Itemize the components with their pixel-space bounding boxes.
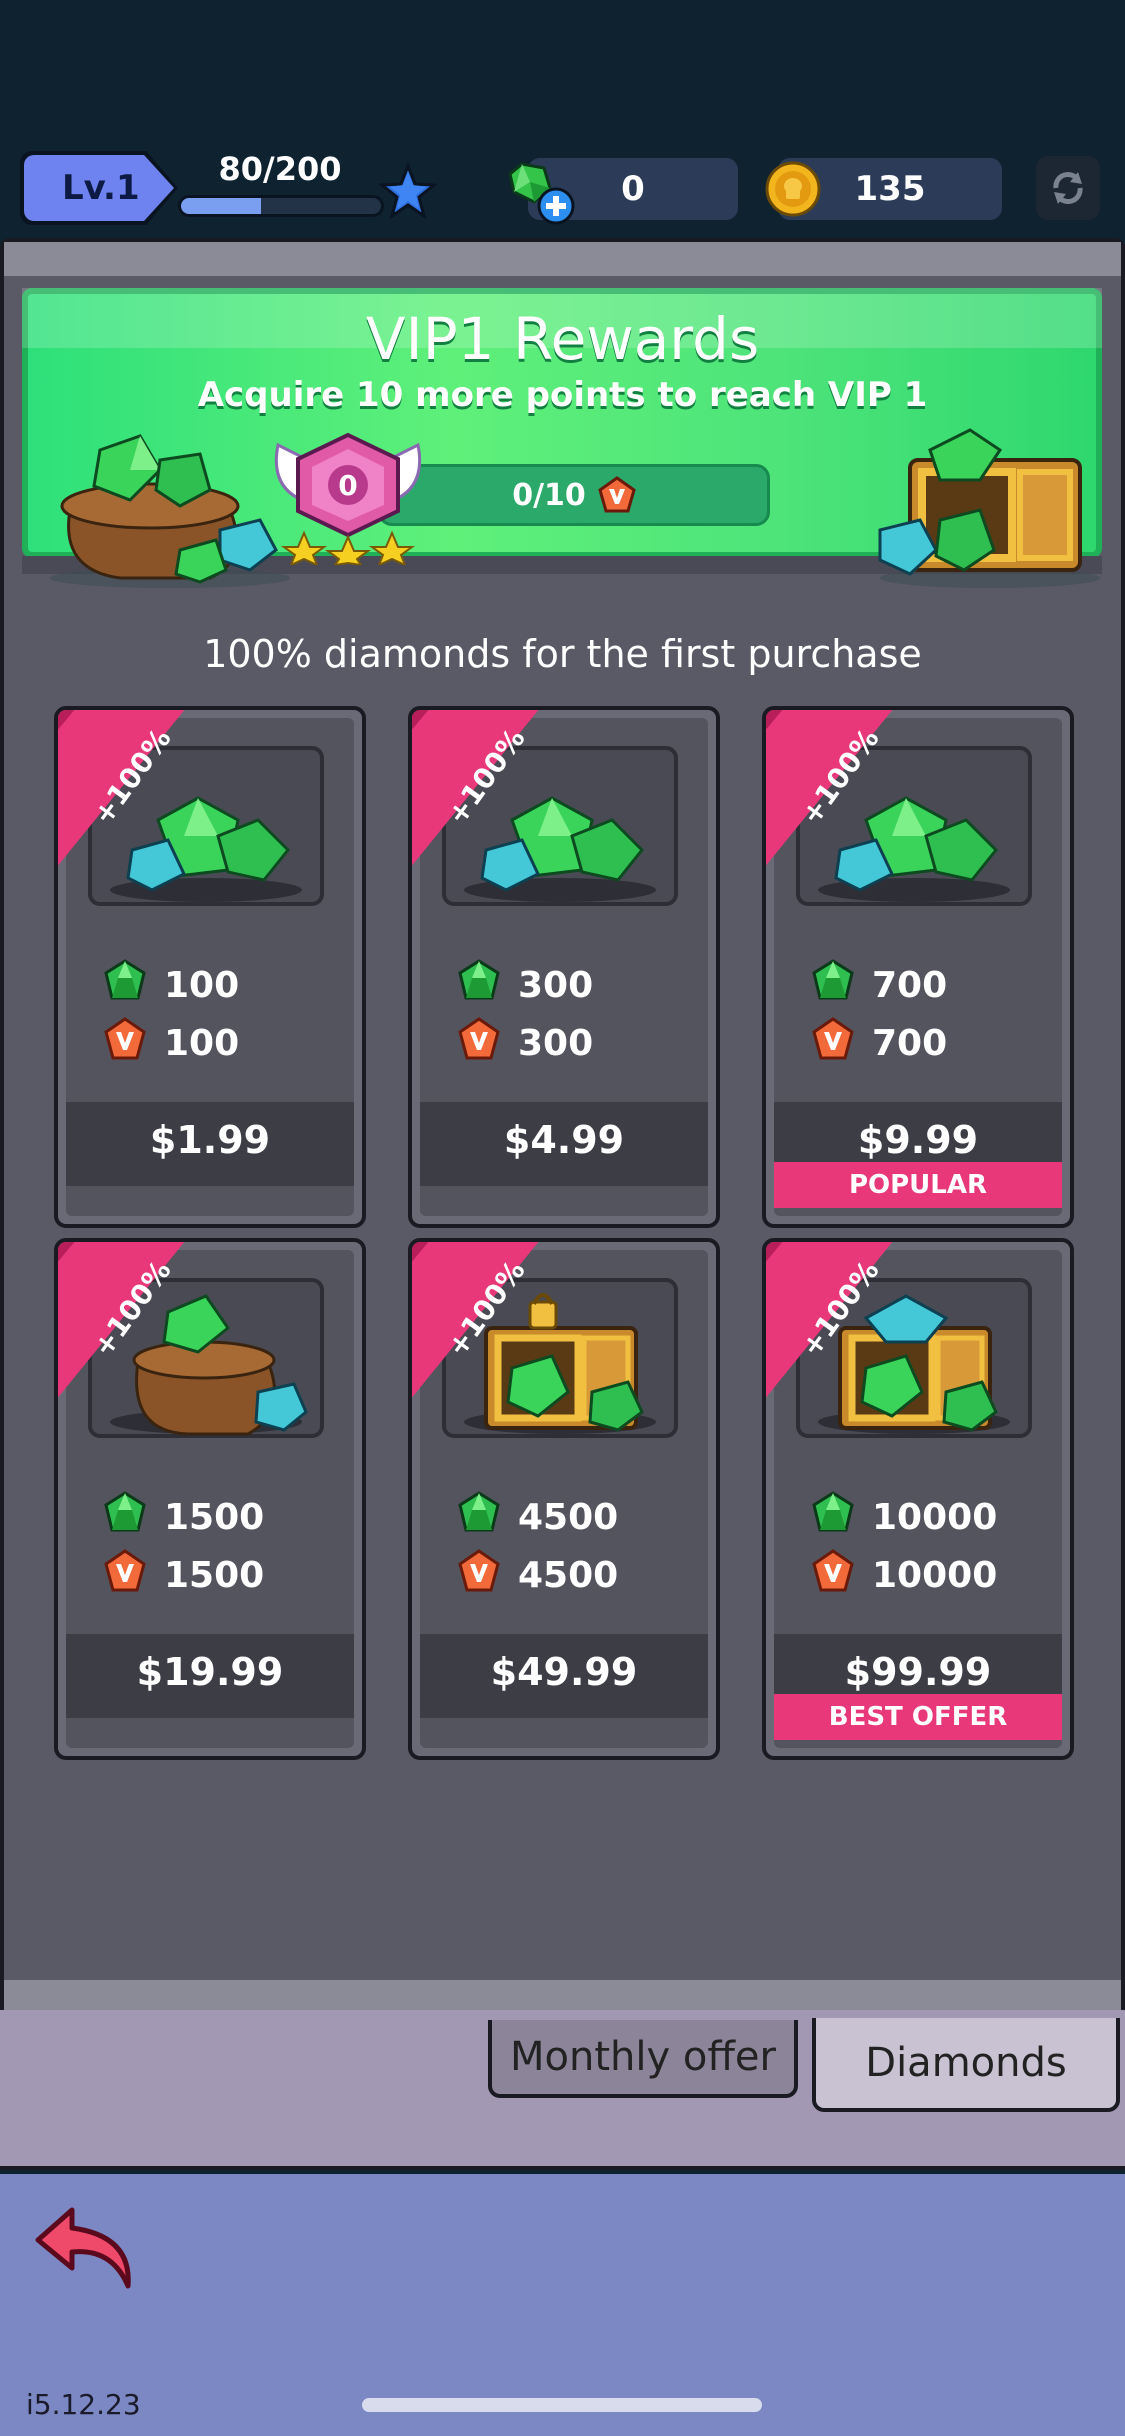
tab-diamonds-label: Diamonds	[865, 2040, 1067, 2086]
vip-title: VIP1 Rewards	[365, 305, 760, 373]
level-label: Lv.1	[62, 168, 140, 208]
price-label: $4.99	[503, 1118, 625, 1162]
coin-icon	[765, 161, 821, 217]
gem-amount-row: 4500	[456, 1490, 618, 1545]
gem-plus-icon[interactable]	[500, 158, 580, 238]
gem-amount: 4500	[518, 1497, 619, 1538]
offer-tag: POPULAR	[774, 1162, 1062, 1208]
gem-amount: 10000	[872, 1497, 998, 1538]
gem-icon	[810, 958, 856, 1013]
gem-amount: 300	[518, 965, 594, 1006]
gem-amount-row: 100	[102, 958, 239, 1013]
gem-amount: 100	[164, 965, 240, 1006]
gem-amount-row: 1500	[102, 1490, 264, 1545]
vip-point-icon	[456, 1548, 502, 1603]
level-badge[interactable]: Lv.1	[24, 155, 174, 221]
gem-icon	[456, 1490, 502, 1545]
xp-progress-fill	[181, 198, 261, 214]
vip-point-icon	[102, 1016, 148, 1071]
treasure-chest-icon	[878, 428, 1100, 588]
vip-emblem-label: 0	[338, 469, 357, 502]
vip-points-row: 700	[810, 1016, 947, 1071]
vip-points-row: 10000	[810, 1548, 997, 1603]
bottom-bar	[0, 2174, 1125, 2436]
vip-points-row: 1500	[102, 1548, 264, 1603]
vip-points-amount: 300	[518, 1023, 594, 1064]
vip-point-icon	[810, 1548, 856, 1603]
xp-text: 80/200	[218, 150, 342, 188]
vip-subtitle: Acquire 10 more points to reach VIP 1	[197, 375, 928, 415]
diamond-pack-card[interactable]: +100% 100 100 $1.99	[54, 706, 366, 1228]
home-indicator[interactable]	[362, 2398, 762, 2412]
sync-icon	[1053, 172, 1083, 204]
tab-monthly-label: Monthly offer	[510, 2034, 776, 2080]
vip-points-row: 100	[102, 1016, 239, 1071]
back-arrow-icon[interactable]	[32, 2196, 142, 2296]
gem-amount-row: 700	[810, 958, 947, 1013]
version-label: i5.12.23	[26, 2388, 141, 2421]
gem-icon	[456, 958, 502, 1013]
gem-amount: 1500	[164, 1497, 265, 1538]
price-label: $9.99	[857, 1118, 979, 1162]
first-purchase-promo: 100% diamonds for the first purchase	[203, 632, 922, 676]
vip-points-amount: 4500	[518, 1555, 619, 1596]
vip-points-amount: 10000	[872, 1555, 998, 1596]
vip-point-icon	[598, 476, 636, 513]
diamond-pack-card[interactable]: +100% 4500 4500 $49.99	[408, 1238, 720, 1760]
star-icon	[378, 162, 438, 220]
price-label: $49.99	[490, 1650, 638, 1694]
vip-point-icon	[456, 1016, 502, 1071]
gem-icon	[102, 1490, 148, 1545]
coin-count: 135	[854, 169, 926, 209]
diamond-pack-card[interactable]: +100% 300 300 $4.99	[408, 706, 720, 1228]
panel-top-strip	[4, 242, 1121, 276]
gem-amount-row: 300	[456, 958, 593, 1013]
vip-points-row: 300	[456, 1016, 593, 1071]
vip-point-icon	[810, 1016, 856, 1071]
vip-points-amount: 700	[872, 1023, 948, 1064]
vip-points-row: 4500	[456, 1548, 618, 1603]
vip-points-amount: 100	[164, 1023, 240, 1064]
gem-icon	[810, 1490, 856, 1545]
offer-tag: BEST OFFER	[774, 1694, 1062, 1740]
gem-count: 0	[621, 169, 645, 209]
sync-button[interactable]	[1036, 156, 1100, 220]
vip-point-icon	[102, 1548, 148, 1603]
tab-strip-top	[4, 1980, 1121, 2014]
price-label: $99.99	[844, 1650, 992, 1694]
gem-icon	[102, 958, 148, 1013]
diamond-pack-card[interactable]: +100% 700 700 $9.99 POPULAR	[762, 706, 1074, 1228]
vip-points-amount: 1500	[164, 1555, 265, 1596]
vip-wing-emblem: 0	[274, 432, 422, 565]
diamond-pack-card[interactable]: +100% 10000 10000 $99.99 BEST OFFER	[762, 1238, 1074, 1760]
vip-progress-text: 0/10	[512, 477, 586, 513]
diamond-pack-card[interactable]: +100% 1500 1500 $19.99	[54, 1238, 366, 1760]
xp-progress-bar	[178, 195, 384, 217]
tab-monthly-offer[interactable]: Monthly offer	[488, 2020, 798, 2098]
price-label: $19.99	[136, 1650, 284, 1694]
tab-diamonds[interactable]: Diamonds	[812, 2018, 1120, 2112]
price-label: $1.99	[149, 1118, 271, 1162]
gem-amount: 700	[872, 965, 948, 1006]
gem-amount-row: 10000	[810, 1490, 997, 1545]
